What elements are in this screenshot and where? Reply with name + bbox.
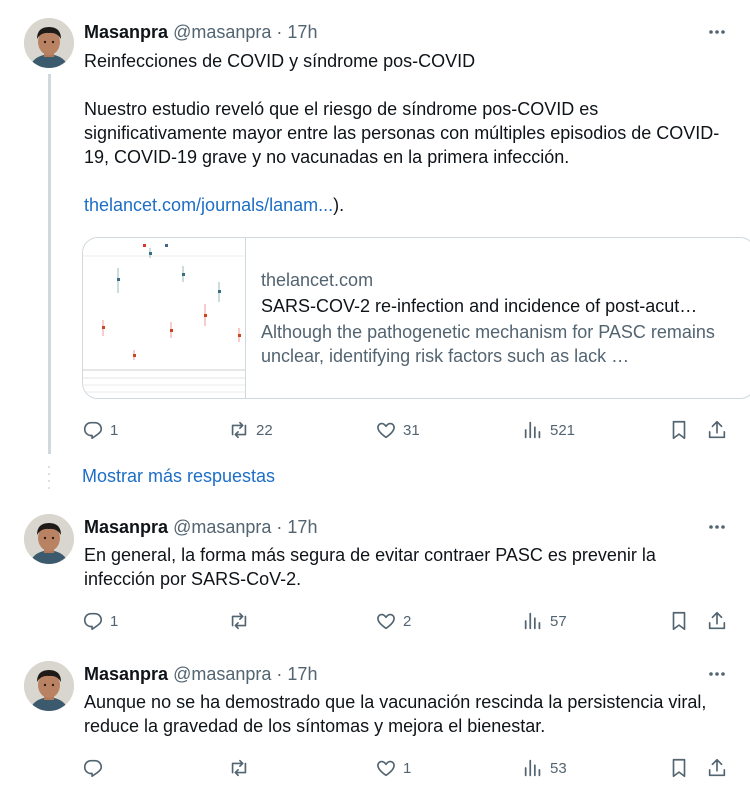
like-button[interactable]: 31	[375, 418, 420, 442]
bookmark-button[interactable]	[668, 756, 690, 780]
tweet-text: En general, la forma más segura de evita…	[84, 545, 656, 589]
like-count: 1	[403, 759, 412, 777]
author-name[interactable]: Masanpra	[84, 664, 168, 684]
retweet-button[interactable]: 22	[228, 418, 273, 442]
author-handle[interactable]: @masanpra	[173, 22, 271, 42]
link-card[interactable]: thelancet.com SARS-COV-2 re-infection an…	[82, 237, 750, 399]
card-thumbnail	[83, 238, 246, 398]
like-icon	[377, 613, 395, 630]
retweet-count: 22	[256, 421, 273, 439]
action-bar: 1 53	[82, 756, 732, 780]
tweet-line: Nuestro estudio reveló que el riesgo de …	[84, 99, 720, 167]
views-button[interactable]: 53	[522, 756, 567, 780]
avatar[interactable]	[24, 514, 74, 564]
timestamp[interactable]: 17h	[287, 664, 317, 684]
reply-icon	[83, 759, 103, 778]
tweet-text: Aunque no se ha demostrado que la vacuna…	[84, 692, 707, 736]
views-button[interactable]: 521	[522, 418, 575, 442]
views-count: 57	[550, 612, 567, 630]
card-title: SARS-COV-2 re-infection and incidence of…	[261, 296, 698, 316]
share-icon	[708, 611, 726, 630]
avatar[interactable]	[24, 18, 74, 68]
card-domain: thelancet.com	[261, 270, 374, 290]
bookmark-icon	[672, 420, 686, 440]
like-count: 2	[403, 612, 412, 630]
author-handle[interactable]: @masanpra	[173, 517, 271, 537]
like-button[interactable]: 2	[375, 609, 411, 633]
tweet-line: Reinfecciones de COVID y síndrome pos-CO…	[84, 51, 476, 71]
avatar[interactable]	[24, 661, 74, 711]
views-icon	[524, 421, 541, 439]
tweet-header: Masanpra @masanpra · 17h	[84, 21, 317, 43]
timestamp[interactable]: 17h	[287, 22, 317, 42]
share-icon	[708, 420, 726, 439]
reply-icon	[83, 612, 103, 631]
tweet-link[interactable]: thelancet.com/journals/lanam...	[84, 195, 333, 215]
bookmark-button[interactable]	[668, 609, 690, 633]
share-icon	[708, 758, 726, 777]
card-description: Although the pathogenetic mechanism for …	[261, 322, 715, 366]
reply-button[interactable]: 1	[82, 418, 118, 442]
author-name[interactable]: Masanpra	[84, 22, 168, 42]
like-count: 31	[403, 421, 420, 439]
reply-icon	[83, 421, 103, 440]
reply-count: 1	[110, 421, 119, 439]
views-icon	[524, 759, 541, 777]
bookmark-button[interactable]	[668, 418, 690, 442]
author-handle[interactable]: @masanpra	[173, 664, 271, 684]
timestamp[interactable]: 17h	[287, 517, 317, 537]
more-icon[interactable]	[706, 663, 728, 685]
share-button[interactable]	[706, 418, 728, 442]
more-icon[interactable]	[706, 516, 728, 538]
thread-line	[48, 74, 51, 454]
reply-count: 1	[110, 612, 119, 630]
tweet-text: Reinfecciones de COVID y síndrome pos-CO…	[84, 49, 724, 217]
views-count: 53	[550, 759, 567, 777]
bookmark-icon	[672, 611, 686, 631]
separator: ·	[276, 22, 283, 42]
retweet-icon	[231, 421, 247, 439]
more-icon[interactable]	[706, 21, 728, 43]
like-icon	[377, 422, 395, 439]
separator: ·	[276, 517, 283, 537]
views-icon	[524, 612, 541, 630]
action-bar: 1 2 57	[82, 609, 732, 633]
share-button[interactable]	[706, 756, 728, 780]
show-more-replies-link[interactable]: Mostrar más respuestas	[82, 466, 275, 487]
views-button[interactable]: 57	[522, 609, 567, 633]
retweet-button[interactable]	[228, 609, 256, 633]
bookmark-icon	[672, 758, 686, 778]
card-body: thelancet.com SARS-COV-2 re-infection an…	[261, 268, 739, 368]
tweet-header: Masanpra @masanpra · 17h	[84, 516, 317, 538]
link-suffix: ).	[333, 195, 345, 215]
retweet-button[interactable]	[228, 756, 256, 780]
like-icon	[377, 760, 395, 777]
author-name[interactable]: Masanpra	[84, 517, 168, 537]
share-button[interactable]	[706, 609, 728, 633]
like-button[interactable]: 1	[375, 756, 411, 780]
tweet-header: Masanpra @masanpra · 17h	[84, 663, 317, 685]
retweet-icon	[231, 612, 247, 630]
reply-button[interactable]: 1	[82, 609, 118, 633]
action-bar: 1 22 31 521	[82, 418, 732, 442]
retweet-icon	[231, 759, 247, 777]
separator: ·	[276, 664, 283, 684]
views-count: 521	[550, 421, 576, 439]
reply-button[interactable]	[82, 756, 110, 780]
thread-dots	[46, 466, 52, 494]
